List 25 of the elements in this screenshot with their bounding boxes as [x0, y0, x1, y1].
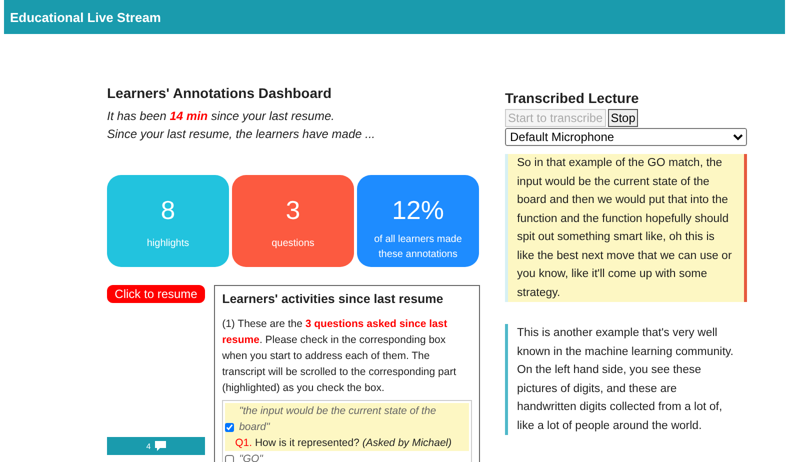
- stat-label: highlights: [146, 237, 190, 251]
- stop-button[interactable]: Stop: [608, 109, 638, 127]
- elapsed-text: It has been 14 min since your last resume.: [107, 108, 336, 125]
- question-checkbox[interactable]: [225, 454, 234, 462]
- question-text: Q1. How is it represented? (Asked by Michael): [235, 436, 453, 451]
- panel-title: Learners' activities since last resume: [222, 292, 444, 306]
- lecture-title: Transcribed Lecture: [505, 90, 640, 106]
- quote-text: "GO": [238, 452, 263, 462]
- comments-button[interactable]: 4: [107, 437, 205, 455]
- app-title: Educational Live Stream: [10, 10, 161, 24]
- transcript-segment: So in that example of the GO match, the input would be the current state of the board and then we would put that into the function and the function hopefully should spit out something smart like, oh this is like the best next move that we can use or you know, like it'll come up with some strategy.: [505, 154, 747, 302]
- resume-button[interactable]: Click to resume: [107, 285, 205, 303]
- comment-icon: [154, 441, 166, 451]
- summary-text: Since your last resume, the learners have made ...: [107, 126, 376, 143]
- dashboard-title: Learners' Annotations Dashboard: [107, 85, 333, 101]
- stat-label: of all learners made these annotations: [373, 233, 463, 262]
- stat-value: 8: [160, 195, 176, 226]
- instructions-text: (1) These are the 3 questions asked since last resume. Please check in the corresponding box when you start to address each of them. The transcript will be scrolled to the corresponding part (highlighted) as you check the box.: [222, 317, 458, 396]
- stat-value: 3: [286, 195, 300, 226]
- microphone-select[interactable]: Default Microphone: [505, 128, 747, 146]
- stat-value: 12%: [392, 195, 444, 226]
- quote-text: "the input would be the current state of the board": [238, 404, 438, 435]
- transcript-segment: This is another example that's very well known in the machine learning community. On the left hand side, you see these pictures of digits, and these are handwritten digits collected from a lot of, like a lot of people around the world.: [505, 324, 747, 435]
- stat-label: questions: [270, 237, 316, 251]
- question-checkbox[interactable]: [225, 422, 234, 432]
